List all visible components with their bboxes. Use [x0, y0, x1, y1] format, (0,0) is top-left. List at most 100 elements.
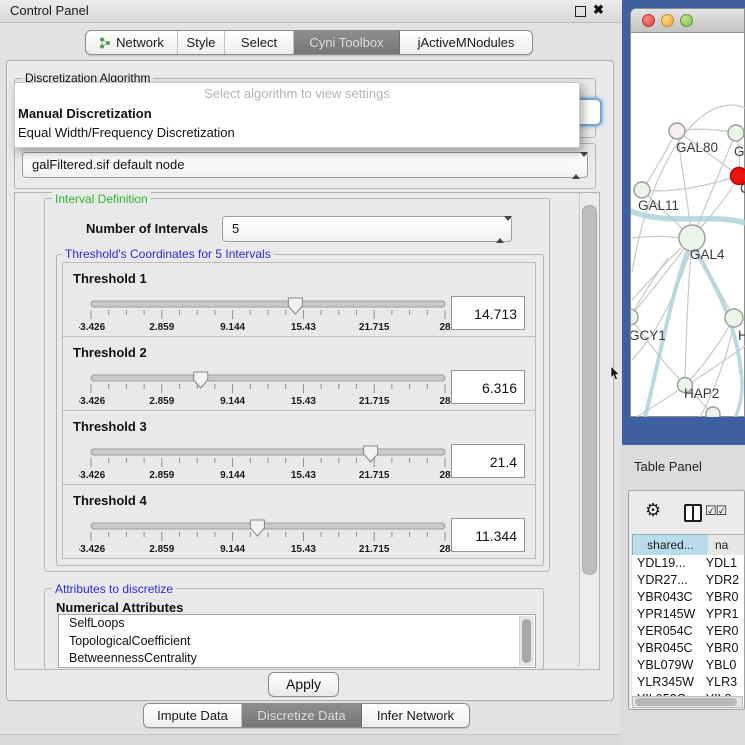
table-cell-name[interactable]: YER0: [706, 623, 744, 640]
table-row[interactable]: YBR045CYBR0: [632, 640, 744, 657]
threshold-row-4: Threshold 4 -3.4262.8599.14415.4321.7152…: [62, 484, 536, 559]
table-row[interactable]: YPR145WYPR1: [632, 606, 744, 623]
tab-cyni-toolbox[interactable]: Cyni Toolbox: [294, 31, 400, 54]
svg-text:-3.426: -3.426: [79, 544, 106, 555]
svg-text:9.144: 9.144: [220, 322, 245, 333]
threshold-4-value-field[interactable]: 11.344: [451, 518, 525, 552]
table-h-scrollbar[interactable]: [632, 696, 743, 708]
table-row[interactable]: YBR043CYBR0: [632, 589, 744, 606]
table-cell-shared-name[interactable]: YER054C: [632, 623, 706, 640]
attribute-list-scrollbar-thumb[interactable]: [522, 619, 531, 663]
spinner-arrows-icon: [496, 221, 505, 239]
network-window-titlebar: [631, 9, 744, 33]
network-icon: [99, 37, 111, 49]
thresholds-group-label: Threshold's Coordinates for 5 Intervals: [62, 247, 274, 261]
table-cell-shared-name[interactable]: YBR045C: [632, 640, 706, 657]
columns-icon-divider: [692, 506, 694, 520]
table-cell-name[interactable]: YBL0: [706, 657, 744, 674]
minimize-traffic-light[interactable]: [661, 14, 674, 27]
tab-impute-data[interactable]: Impute Data: [144, 704, 242, 727]
close-icon[interactable]: ✖: [593, 2, 604, 18]
tab-select[interactable]: Select: [225, 31, 294, 54]
table-header-name[interactable]: na: [708, 534, 745, 556]
svg-text:21.715: 21.715: [359, 544, 390, 555]
attribute-item[interactable]: TopologicalCoefficient: [59, 633, 535, 651]
svg-text:C: C: [740, 181, 745, 196]
interval-definition-label: Interval Definition: [52, 192, 151, 206]
svg-text:-3.426: -3.426: [79, 396, 106, 407]
table-cell-shared-name[interactable]: YBR043C: [632, 589, 706, 606]
settings-scrollbar[interactable]: [579, 193, 598, 667]
screen: Control Panel ✖ Network Style Select Cyn…: [0, 0, 745, 745]
columns-icon[interactable]: [684, 504, 702, 522]
tab-style[interactable]: Style: [178, 31, 225, 54]
table-cell-name[interactable]: YBR0: [706, 640, 744, 657]
attribute-list-scrollbar[interactable]: [519, 616, 534, 666]
algorithm-option-manual[interactable]: Manual Discretization: [15, 104, 579, 123]
table-row[interactable]: YER054CYER0: [632, 623, 744, 640]
table-cell-shared-name[interactable]: YDL19...: [632, 555, 706, 572]
threshold-1-value-field[interactable]: 14.713: [451, 296, 525, 330]
svg-text:GAL4: GAL4: [690, 247, 725, 262]
table-row[interactable]: YLR345WYLR3: [632, 674, 744, 691]
table-row[interactable]: YDR27...YDR2: [632, 572, 744, 589]
table-cell-name[interactable]: YPR1: [706, 606, 744, 623]
algorithm-hint-option: Select algorithm to view settings: [15, 83, 579, 104]
gear-icon[interactable]: ⚙: [645, 500, 661, 521]
threshold-row-1: Threshold 1 -3.4262.8599.14415.4321.7152…: [62, 262, 536, 337]
settings-scrollbar-thumb[interactable]: [582, 205, 597, 575]
table-h-scrollbar-thumb[interactable]: [635, 698, 737, 706]
svg-text:15.43: 15.43: [291, 396, 316, 407]
zoom-traffic-light[interactable]: [680, 14, 693, 27]
threshold-3-value-field[interactable]: 21.4: [451, 444, 525, 478]
float-window-icon[interactable]: [575, 6, 586, 17]
table-cell-name[interactable]: YDR2: [706, 572, 744, 589]
table-data-combo[interactable]: galFiltered.sif default node: [22, 152, 588, 178]
threshold-row-2: Threshold 2 -3.4262.8599.14415.4321.7152…: [62, 336, 536, 411]
svg-text:2.859: 2.859: [149, 396, 174, 407]
num-intervals-value: 5: [232, 217, 239, 241]
table-cell-shared-name[interactable]: YDR27...: [632, 572, 706, 589]
tab-infer-network[interactable]: Infer Network: [362, 704, 469, 727]
svg-text:28: 28: [439, 396, 451, 407]
close-traffic-light[interactable]: [642, 14, 655, 27]
svg-text:GCY1: GCY1: [631, 328, 666, 343]
num-intervals-label: Number of Intervals: [86, 221, 208, 236]
numerical-attributes-title: Numerical Attributes: [56, 600, 183, 615]
tab-network[interactable]: Network: [86, 31, 178, 54]
svg-text:GAL80: GAL80: [676, 140, 718, 155]
window-bottom-strip: [0, 734, 622, 745]
svg-text:15.43: 15.43: [291, 544, 316, 555]
table-cell-name[interactable]: YBR0: [706, 589, 744, 606]
table-row[interactable]: YDL19...YDL1: [632, 555, 744, 572]
table-cell-name[interactable]: YDL1: [706, 555, 744, 572]
control-panel-titlebar: Control Panel ✖: [0, 0, 622, 23]
table-cell-shared-name[interactable]: YLR345W: [632, 674, 706, 691]
table-header-shared-name[interactable]: shared...: [632, 534, 709, 556]
threshold-2-value-field[interactable]: 6.316: [451, 370, 525, 404]
tab-jactivemnodules[interactable]: jActiveMNodules: [400, 31, 532, 54]
table-row[interactable]: YBL079WYBL0: [632, 657, 744, 674]
svg-text:21.715: 21.715: [359, 322, 390, 333]
svg-text:2.859: 2.859: [149, 544, 174, 555]
tab-discretize-data[interactable]: Discretize Data: [242, 704, 362, 727]
num-intervals-spinner[interactable]: 5: [222, 216, 512, 242]
network-graph-canvas[interactable]: GAL80GCGAL11GAL4GCY1HHAP2: [631, 31, 745, 417]
attribute-item[interactable]: BetweennessCentrality: [59, 650, 535, 668]
table-rows[interactable]: YDL19...YDL1YDR27...YDR2YBR043CYBR0YPR14…: [632, 555, 744, 705]
table-cell-shared-name[interactable]: YBL079W: [632, 657, 706, 674]
panel-title: Control Panel: [10, 3, 89, 18]
tab-network-label: Network: [116, 35, 164, 50]
svg-text:15.43: 15.43: [291, 322, 316, 333]
attribute-item[interactable]: SelfLoops: [59, 615, 535, 633]
algorithm-option-equal-width[interactable]: Equal Width/Frequency Discretization: [15, 123, 579, 142]
svg-text:9.144: 9.144: [220, 396, 245, 407]
apply-button[interactable]: Apply: [268, 672, 339, 697]
table-cell-shared-name[interactable]: YPR145W: [632, 606, 706, 623]
table-cell-name[interactable]: YLR3: [706, 674, 744, 691]
svg-text:21.715: 21.715: [359, 396, 390, 407]
svg-text:9.144: 9.144: [220, 470, 245, 481]
svg-text:9.144: 9.144: [220, 544, 245, 555]
svg-text:28: 28: [439, 470, 451, 481]
checkbox-icons[interactable]: ☑☑: [705, 503, 726, 519]
